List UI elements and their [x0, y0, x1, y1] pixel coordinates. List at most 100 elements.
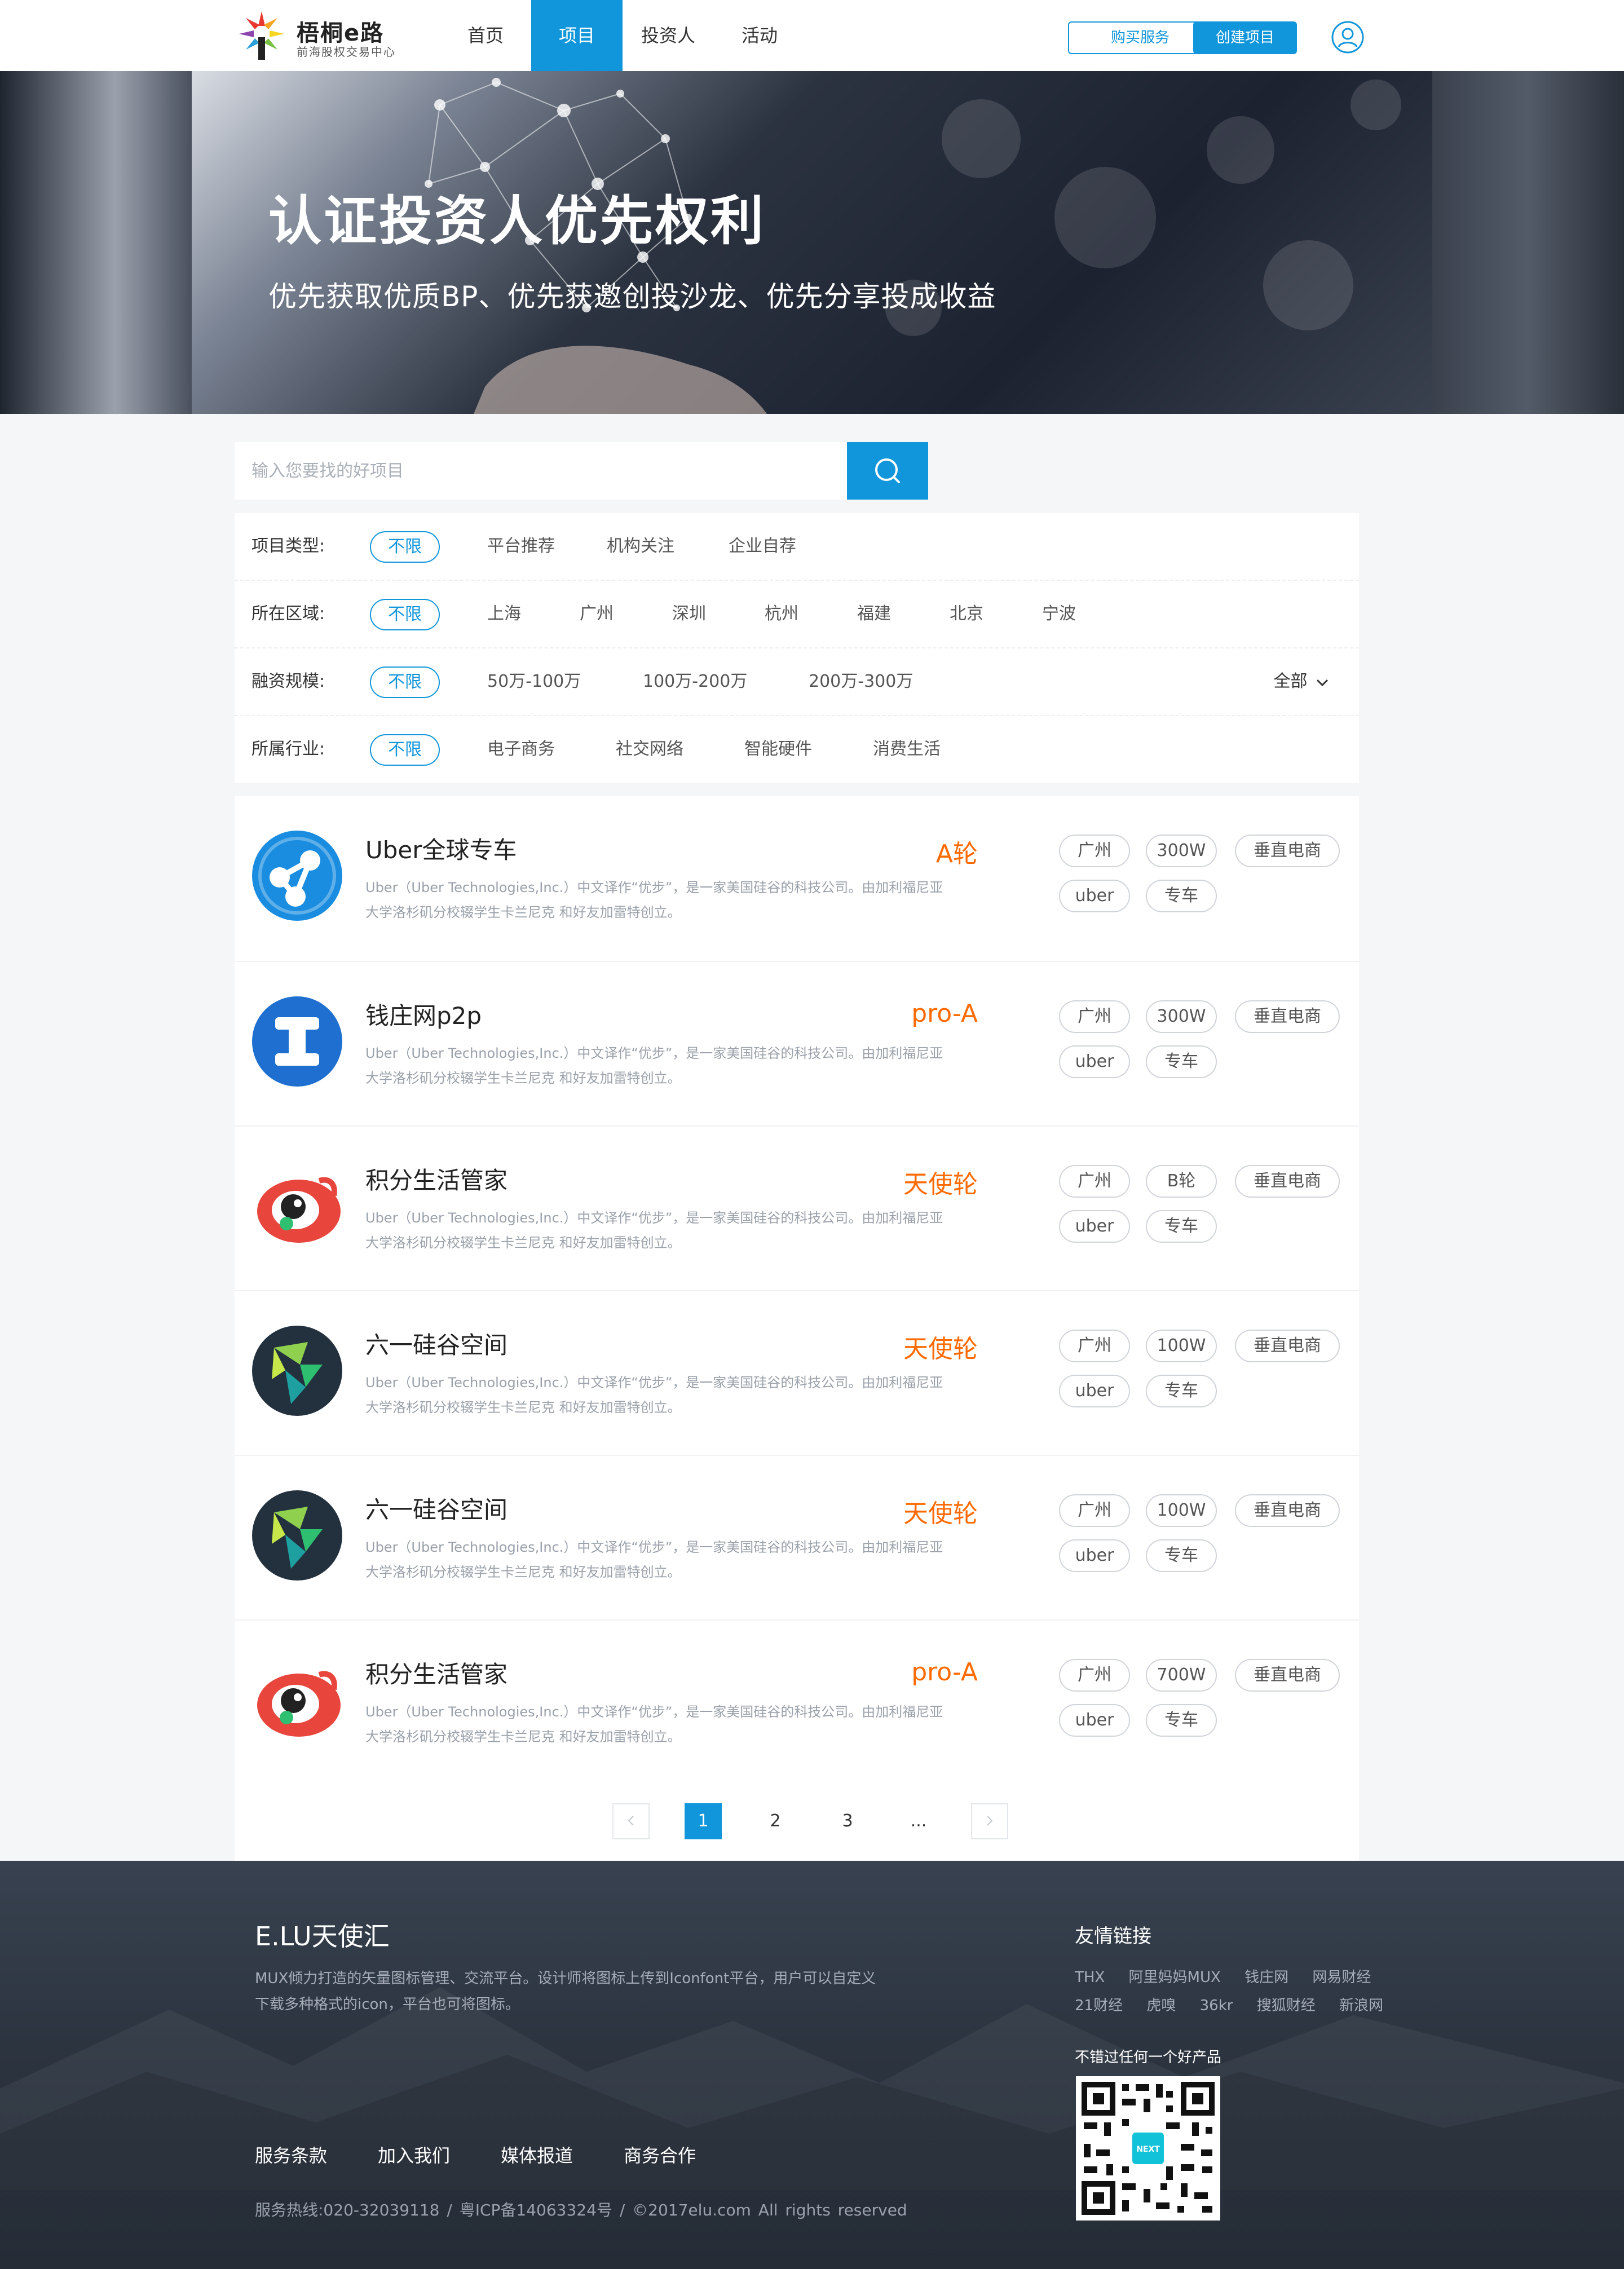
filter-all-dropdown[interactable]: 全部 [1273, 648, 1329, 715]
friend-link[interactable]: THX [1075, 1969, 1105, 1986]
project-tag[interactable]: 广州 [1059, 1659, 1130, 1692]
filter-all-label: 全部 [1273, 672, 1308, 691]
project-tag[interactable]: 300W [1146, 835, 1217, 867]
filter-option[interactable]: 深圳 [672, 581, 706, 647]
filter-option[interactable]: 电子商务 [487, 716, 555, 783]
filter-option-all[interactable]: 不限 [370, 666, 440, 698]
page-button[interactable]: 3 [829, 1803, 866, 1839]
filter-option-all[interactable]: 不限 [370, 599, 440, 630]
project-tag[interactable]: uber [1059, 1210, 1130, 1243]
project-tag[interactable]: uber [1059, 1045, 1130, 1078]
friend-link[interactable]: 21财经 [1075, 1997, 1123, 2014]
project-tag[interactable]: 垂直电商 [1235, 1494, 1340, 1527]
project-desc-line: Uber（Uber Technologies,Inc.）中文译作“优步”，是一家… [365, 1704, 943, 1720]
project-name[interactable]: Uber全球专车 [365, 831, 517, 866]
nav-investors[interactable]: 投资人 [623, 0, 714, 71]
next-page-button[interactable] [971, 1803, 1008, 1839]
filter-option[interactable]: 消费生活 [873, 716, 941, 783]
filter-option[interactable]: 福建 [857, 581, 891, 647]
project-tag[interactable]: uber [1059, 880, 1130, 912]
project-tag[interactable]: uber [1059, 1704, 1130, 1737]
nav-home[interactable]: 首页 [440, 0, 531, 71]
project-item[interactable]: 钱庄网p2p Uber（Uber Technologies,Inc.）中文译作“… [235, 961, 1359, 1125]
project-tag[interactable]: 广州 [1059, 1494, 1130, 1527]
filter-option[interactable]: 机构关注 [607, 513, 674, 580]
project-tag[interactable]: 300W [1146, 1000, 1217, 1033]
filter-option[interactable]: 宁波 [1042, 581, 1076, 647]
project-tag[interactable]: 专车 [1146, 1539, 1217, 1572]
project-tag[interactable]: 广州 [1059, 1330, 1130, 1362]
friend-link[interactable]: 新浪网 [1339, 1997, 1383, 2014]
friend-link[interactable]: 钱庄网 [1245, 1969, 1288, 1986]
friend-links-title: 友情链接 [1075, 1925, 1151, 1948]
project-desc-line: Uber（Uber Technologies,Inc.）中文译作“优步”，是一家… [365, 1539, 943, 1555]
project-tag[interactable]: 专车 [1146, 1704, 1217, 1737]
friend-link[interactable]: 虎嗅 [1146, 1997, 1176, 2014]
project-name[interactable]: 积分生活管家 [365, 1656, 508, 1690]
page-button[interactable]: 2 [757, 1803, 794, 1839]
project-name[interactable]: 积分生活管家 [365, 1162, 508, 1196]
filter-option[interactable]: 100万-200万 [643, 648, 747, 715]
filter-option-all[interactable]: 不限 [370, 734, 440, 766]
user-avatar-icon[interactable] [1331, 20, 1365, 54]
filter-option[interactable]: 200万-300万 [809, 648, 913, 715]
project-name[interactable]: 钱庄网p2p [365, 997, 482, 1031]
filter-option[interactable]: 广州 [580, 581, 614, 647]
project-desc-line: Uber（Uber Technologies,Inc.）中文译作“优步”，是一家… [365, 880, 943, 895]
project-tag[interactable]: 广州 [1059, 1165, 1130, 1198]
project-tag[interactable]: B轮 [1146, 1165, 1217, 1198]
project-tag[interactable]: 700W [1146, 1659, 1217, 1692]
project-name[interactable]: 六一硅谷空间 [365, 1491, 508, 1525]
friend-link[interactable]: 网易财经 [1312, 1969, 1371, 1986]
search-button[interactable] [847, 442, 928, 500]
buy-service-button[interactable]: 购买服务 [1068, 21, 1212, 54]
project-tag[interactable]: 垂直电商 [1235, 835, 1340, 867]
page-button[interactable]: 1 [685, 1803, 722, 1839]
filter-option[interactable]: 社交网络 [616, 716, 683, 783]
filter-option[interactable]: 智能硬件 [744, 716, 812, 783]
footer-link-media[interactable]: 媒体报道 [501, 2142, 573, 2168]
project-tag[interactable]: 垂直电商 [1235, 1165, 1340, 1198]
footer-links: 服务条款 加入我们 媒体报道 商务合作 [255, 2142, 747, 2168]
project-item[interactable]: 积分生活管家 Uber（Uber Technologies,Inc.）中文译作“… [235, 1125, 1359, 1290]
project-tag[interactable]: 100W [1146, 1494, 1217, 1527]
filter-option[interactable]: 50万-100万 [487, 648, 581, 715]
project-tag[interactable]: 广州 [1059, 1000, 1130, 1033]
project-tag[interactable]: 100W [1146, 1330, 1217, 1362]
filter-option[interactable]: 北京 [950, 581, 983, 647]
project-tag[interactable]: 垂直电商 [1235, 1330, 1340, 1362]
project-item[interactable]: 六一硅谷空间 Uber（Uber Technologies,Inc.）中文译作“… [235, 1290, 1359, 1455]
footer-link-join[interactable]: 加入我们 [378, 2142, 450, 2168]
site-logo[interactable]: 梧桐e路 前海股权交易中心 [236, 9, 416, 62]
create-project-button[interactable]: 创建项目 [1193, 21, 1297, 54]
nav-events[interactable]: 活动 [714, 0, 805, 71]
filter-option[interactable]: 企业自荐 [729, 513, 796, 580]
project-item[interactable]: Uber全球专车 Uber（Uber Technologies,Inc.）中文译… [235, 796, 1359, 961]
friend-link[interactable]: 36kr [1200, 1997, 1233, 2014]
project-tag[interactable]: 垂直电商 [1235, 1000, 1340, 1033]
project-item[interactable]: 积分生活管家 Uber（Uber Technologies,Inc.）中文译作“… [235, 1619, 1359, 1784]
filter-option[interactable]: 杭州 [765, 581, 798, 647]
project-tag[interactable]: uber [1059, 1539, 1130, 1572]
project-tag[interactable]: 专车 [1146, 1045, 1217, 1078]
project-tag[interactable]: 广州 [1059, 835, 1130, 867]
project-tag[interactable]: 专车 [1146, 880, 1217, 912]
friend-link[interactable]: 阿里妈妈MUX [1129, 1969, 1221, 1986]
footer-link-terms[interactable]: 服务条款 [255, 2142, 327, 2168]
uber-share-icon [252, 831, 342, 921]
nav-projects[interactable]: 项目 [531, 0, 623, 71]
project-tag[interactable]: 专车 [1146, 1210, 1217, 1243]
project-tag[interactable]: 垂直电商 [1235, 1659, 1340, 1692]
project-tag[interactable]: 专车 [1146, 1375, 1217, 1407]
filter-option-all[interactable]: 不限 [370, 531, 440, 563]
project-name[interactable]: 六一硅谷空间 [365, 1326, 508, 1361]
project-tag[interactable]: uber [1059, 1375, 1130, 1407]
footer-link-business[interactable]: 商务合作 [624, 2142, 696, 2168]
project-item[interactable]: 六一硅谷空间 Uber（Uber Technologies,Inc.）中文译作“… [235, 1455, 1359, 1619]
filter-option[interactable]: 上海 [487, 581, 521, 647]
prev-page-button[interactable] [612, 1803, 650, 1839]
filter-option[interactable]: 平台推荐 [487, 513, 555, 580]
project-search-input[interactable] [235, 442, 847, 500]
friend-link[interactable]: 搜狐财经 [1257, 1997, 1316, 2014]
banner-side-right [1432, 71, 1624, 414]
